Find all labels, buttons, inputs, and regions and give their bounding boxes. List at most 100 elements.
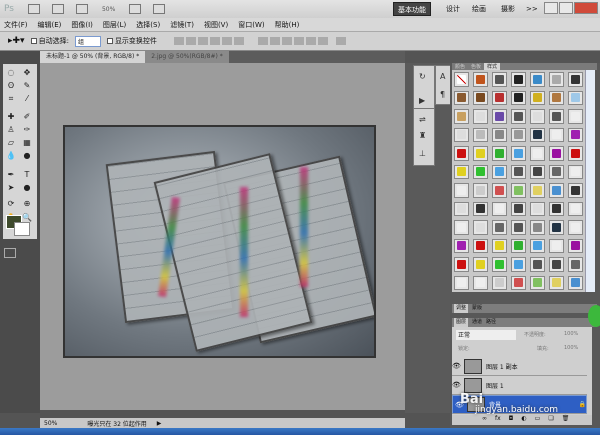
style-swatch[interactable] xyxy=(511,90,526,105)
workspace-painting[interactable]: 绘画 xyxy=(468,2,490,16)
document-image[interactable] xyxy=(63,125,376,358)
style-swatch[interactable] xyxy=(568,146,583,161)
eye-icon[interactable]: 👁 xyxy=(452,381,461,389)
style-swatch[interactable] xyxy=(454,183,469,198)
style-swatch[interactable] xyxy=(454,220,469,235)
tab-channels[interactable]: 通道 xyxy=(472,318,482,327)
menu-edit[interactable]: 编辑(E) xyxy=(38,20,62,30)
tab-adjustments[interactable]: 调整 xyxy=(454,304,469,313)
zoom-tool-icon[interactable]: 🔍 xyxy=(22,213,32,222)
gradient-icon[interactable]: ▦ xyxy=(22,138,32,147)
menu-filter[interactable]: 滤镜(T) xyxy=(170,20,194,30)
style-swatch[interactable] xyxy=(530,72,545,87)
style-swatch[interactable] xyxy=(568,238,583,253)
status-menu-arrow-icon[interactable]: ▶ xyxy=(157,420,162,427)
auto-select-checkbox[interactable]: 自动选择: xyxy=(30,36,69,46)
style-swatch[interactable] xyxy=(511,238,526,253)
style-swatch[interactable] xyxy=(454,127,469,142)
eye-icon[interactable]: 👁 xyxy=(452,362,461,370)
style-swatch[interactable] xyxy=(473,72,488,87)
style-swatch[interactable] xyxy=(492,201,507,216)
close-button[interactable] xyxy=(574,2,598,14)
tab-paths[interactable]: 路径 xyxy=(486,318,496,327)
style-swatch[interactable] xyxy=(568,72,583,87)
style-swatch[interactable] xyxy=(473,275,488,290)
tab-untitled-1[interactable]: 未标题-1 @ 50% (背景, RGB/8) * xyxy=(40,51,146,63)
menu-help[interactable]: 帮助(H) xyxy=(275,20,300,30)
menu-image[interactable]: 图像(I) xyxy=(71,20,93,30)
shape-tool-icon[interactable]: ● xyxy=(22,183,32,192)
tab-2-jpg[interactable]: 2.jpg @ 50%(RGB/8#) * xyxy=(145,51,229,63)
style-swatch[interactable] xyxy=(511,164,526,179)
style-swatch[interactable] xyxy=(549,127,564,142)
eraser-icon[interactable]: ▱ xyxy=(6,138,16,147)
bridge-icon[interactable] xyxy=(27,4,40,14)
style-swatch[interactable] xyxy=(568,164,583,179)
style-swatch[interactable] xyxy=(530,183,545,198)
style-swatch[interactable] xyxy=(530,127,545,142)
show-transform-checkbox[interactable]: 显示变换控件 xyxy=(106,36,157,46)
history-brush-icon[interactable]: ✑ xyxy=(22,125,32,134)
style-swatch[interactable] xyxy=(473,90,488,105)
layer-style-icon[interactable]: fx xyxy=(495,415,501,425)
fill-value[interactable]: 100% xyxy=(564,345,578,351)
delete-layer-icon[interactable]: 🗑 xyxy=(562,415,570,425)
align-buttons[interactable] xyxy=(173,37,245,45)
style-swatch[interactable] xyxy=(511,275,526,290)
style-swatch[interactable] xyxy=(492,90,507,105)
style-swatch[interactable] xyxy=(530,109,545,124)
3d-rotate-icon[interactable]: ⟳ xyxy=(6,199,16,208)
tab-styles[interactable]: 样式 xyxy=(484,63,501,70)
style-swatch[interactable] xyxy=(492,164,507,179)
adjustment-layer-icon[interactable]: ◐ xyxy=(521,415,526,425)
auto-align-icon[interactable] xyxy=(335,37,346,45)
style-swatch[interactable] xyxy=(454,90,469,105)
blend-mode-dropdown[interactable]: 正常 xyxy=(456,330,516,340)
more-workspaces[interactable]: >> xyxy=(522,2,542,16)
style-swatch[interactable] xyxy=(492,109,507,124)
style-swatch[interactable] xyxy=(530,164,545,179)
tab-layers[interactable]: 图层 xyxy=(454,318,469,327)
menu-layer[interactable]: 图层(L) xyxy=(103,20,126,30)
style-swatch[interactable] xyxy=(568,220,583,235)
mini-bridge-icon[interactable] xyxy=(51,4,64,14)
minimize-button[interactable] xyxy=(544,2,558,14)
distribute-buttons[interactable] xyxy=(257,37,329,45)
style-swatch[interactable] xyxy=(549,183,564,198)
style-swatch[interactable] xyxy=(454,201,469,216)
dodge-icon[interactable]: ● xyxy=(22,151,32,160)
character-panel-icon[interactable]: A xyxy=(440,72,445,81)
marquee-tool-icon[interactable]: ◌ xyxy=(6,68,16,77)
link-layers-icon[interactable]: ∞ xyxy=(482,415,487,425)
style-swatch[interactable] xyxy=(492,238,507,253)
lasso-tool-icon[interactable]: ʘ xyxy=(6,81,16,90)
style-swatch[interactable] xyxy=(530,90,545,105)
style-swatch[interactable] xyxy=(473,183,488,198)
style-swatch[interactable] xyxy=(530,275,545,290)
style-swatch[interactable] xyxy=(549,275,564,290)
style-swatch[interactable] xyxy=(473,257,488,272)
style-swatch[interactable] xyxy=(511,146,526,161)
workspace-photography[interactable]: 摄影 xyxy=(497,2,519,16)
zoom-level-dropdown[interactable]: 50% xyxy=(102,6,115,13)
style-swatch[interactable] xyxy=(530,220,545,235)
workspace-essentials[interactable]: 基本功能 xyxy=(393,2,431,16)
crop-tool-icon[interactable]: ⌗ xyxy=(6,94,16,103)
workspace-design[interactable]: 设计 xyxy=(442,2,464,16)
view-extras-icon[interactable] xyxy=(75,4,88,14)
quick-mask-button[interactable] xyxy=(4,248,16,258)
tab-masks[interactable]: 蒙版 xyxy=(472,304,482,313)
path-select-icon[interactable]: ➤ xyxy=(6,183,16,192)
style-swatch[interactable] xyxy=(511,127,526,142)
paragraph-panel-icon[interactable]: ¶ xyxy=(440,90,445,99)
style-swatch[interactable] xyxy=(454,257,469,272)
style-swatch[interactable] xyxy=(511,201,526,216)
style-swatch[interactable] xyxy=(568,90,583,105)
style-swatch[interactable] xyxy=(454,164,469,179)
style-swatch[interactable] xyxy=(511,109,526,124)
style-swatch[interactable] xyxy=(511,72,526,87)
style-swatch[interactable] xyxy=(454,146,469,161)
type-tool-icon[interactable]: T xyxy=(22,170,32,179)
style-swatch[interactable] xyxy=(454,275,469,290)
move-tool-icon[interactable]: ✥ xyxy=(22,68,32,77)
